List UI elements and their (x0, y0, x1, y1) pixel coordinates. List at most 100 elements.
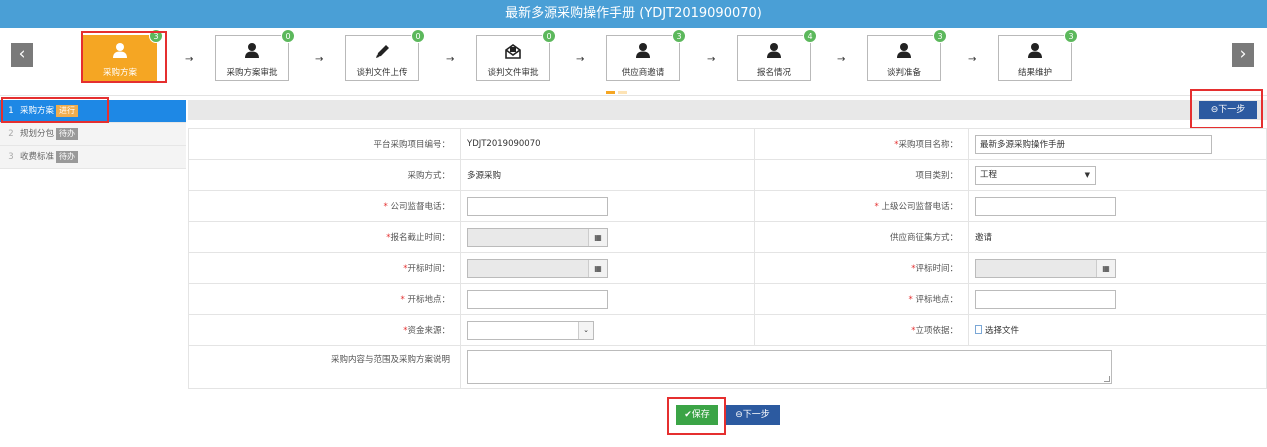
category-selected-value: 工程 (980, 169, 998, 180)
fund-label: 资金来源： (407, 326, 450, 336)
step-label: 供应商邀请 (621, 68, 665, 78)
open-place-cell (460, 283, 755, 315)
sidebar: 1 采购方案 进行 2 规划分包 待办 3 收费标准 待办 (0, 100, 186, 169)
supervise-phone-cell (460, 190, 755, 222)
status-badge: 进行 (56, 105, 79, 117)
user-icon (84, 42, 156, 64)
form-row: *开标时间： ▦ *评标时间： ▦ (188, 252, 1267, 284)
calendar-icon[interactable]: ▦ (1096, 259, 1115, 277)
eval-place-input[interactable] (975, 289, 1116, 309)
deadline-cell: ▦ (460, 221, 755, 253)
user-icon (999, 42, 1071, 64)
eval-time-label-cell: *评标时间： (754, 252, 969, 284)
calendar-icon[interactable]: ▦ (588, 259, 607, 277)
deadline-date-input[interactable]: ▦ (467, 227, 608, 247)
supervise-phone-input[interactable] (467, 196, 608, 216)
step-plan-approval[interactable]: 采购方案审批 0 (215, 29, 295, 81)
step-supplier-invite[interactable]: 供应商邀请 3 (606, 29, 686, 81)
open-time-date-input[interactable]: ▦ (467, 258, 608, 278)
sidebar-item-package-planning[interactable]: 2 规划分包 待办 (0, 123, 186, 146)
next-step-button[interactable]: ⊖下一步 (725, 405, 780, 425)
procurement-form: 平台采购项目编号： YDJT2019090070 *采购项目名称： 采购方式： … (188, 128, 1267, 389)
project-name-label: 采购项目名称： (898, 140, 958, 150)
collect-value: 邀请 (968, 221, 1267, 253)
calendar-icon[interactable]: ▦ (588, 228, 607, 246)
step-label: 谈判准备 (886, 68, 921, 78)
step-count-badge: 0 (281, 29, 295, 43)
content-toolbar (188, 100, 1267, 120)
form-row: *资金来源： ⌄ *立项依据： 选择文件 (188, 314, 1267, 346)
step-bar: ‹ › 采购方案 3 → 采购方案审批 0 → 谈判文件上传 0 → 谈判文件审… (0, 28, 1267, 96)
required-mark: * (383, 202, 388, 212)
step-connector-arrow-icon: → (707, 54, 716, 65)
prev-step-arrow-icon[interactable]: ‹ (11, 43, 33, 67)
step-count-badge: 0 (411, 29, 425, 43)
step-procurement-plan[interactable]: 采购方案 3 (83, 29, 163, 81)
open-place-input[interactable] (467, 289, 608, 309)
step-connector-arrow-icon: → (576, 54, 585, 65)
fund-cell: ⌄ (460, 314, 755, 346)
supervise-phone-label: 公司监督电话： (390, 202, 450, 212)
sidebar-item-label: 规划分包 (20, 129, 55, 139)
content-textarea[interactable] (467, 350, 1112, 384)
step-label: 报名情况 (756, 68, 791, 78)
next-step-arrow-icon[interactable]: › (1232, 43, 1254, 67)
required-mark: * (874, 202, 879, 212)
carousel-indicator (606, 87, 630, 97)
step-negotiation-prep[interactable]: 谈判准备 3 (867, 29, 947, 81)
open-time-cell: ▦ (460, 252, 755, 284)
step-count-badge: 3 (149, 29, 163, 43)
step-result-maintenance[interactable]: 结果维护 3 (998, 29, 1078, 81)
step-label: 谈判文件上传 (356, 68, 408, 78)
step-count-badge: 0 (542, 29, 556, 43)
step-label: 采购方案审批 (226, 68, 278, 78)
step-connector-arrow-icon: → (315, 54, 324, 65)
pencil-icon (346, 42, 418, 64)
open-place-label: 开标地点： (407, 295, 450, 305)
project-name-label-cell: *采购项目名称： (754, 128, 969, 160)
step-label: 谈判文件审批 (487, 68, 539, 78)
eval-time-date-input[interactable]: ▦ (975, 258, 1116, 278)
step-doc-approval[interactable]: 谈判文件审批 0 (476, 29, 556, 81)
user-icon (216, 42, 288, 64)
content-label: 采购内容与范围及采购方案说明 (188, 345, 461, 389)
step-doc-upload[interactable]: 谈判文件上传 0 (345, 29, 425, 81)
step-connector-arrow-icon: → (837, 54, 846, 65)
indicator-dot (606, 91, 615, 94)
status-badge: 待办 (56, 128, 79, 140)
save-button[interactable]: ✔保存 (676, 405, 718, 425)
step-registration[interactable]: 报名情况 4 (737, 29, 817, 81)
select-file-link[interactable]: 选择文件 (975, 325, 1020, 336)
open-time-label: 开标时间： (407, 264, 450, 274)
step-count-badge: 3 (933, 29, 947, 43)
eval-place-label: 评标地点： (915, 295, 958, 305)
parent-phone-label: 上级公司监督电话： (881, 202, 958, 212)
parent-phone-input[interactable] (975, 196, 1116, 216)
method-label: 采购方式： (188, 159, 461, 191)
supervise-phone-label-cell: * 公司监督电话： (188, 190, 461, 222)
eval-place-label-cell: * 评标地点： (754, 283, 969, 315)
step-connector-arrow-icon: → (968, 54, 977, 65)
form-row: * 开标地点： * 评标地点： (188, 283, 1267, 315)
deadline-label-cell: *报名截止时间： (188, 221, 461, 253)
category-select[interactable]: 工程 ▼ (975, 165, 1096, 185)
step-count-badge: 4 (803, 29, 817, 43)
form-row: 平台采购项目编号： YDJT2019090070 *采购项目名称： (188, 128, 1267, 160)
required-mark: * (400, 295, 405, 305)
select-file-label: 选择文件 (985, 326, 1020, 336)
project-name-input[interactable] (975, 134, 1212, 154)
sidebar-item-number: 2 (8, 129, 14, 139)
form-row: 采购方式： 多源采购 项目类别： 工程 ▼ (188, 159, 1267, 191)
sidebar-item-procurement-plan[interactable]: 1 采购方案 进行 (0, 100, 186, 123)
open-place-label-cell: * 开标地点： (188, 283, 461, 315)
step-connector-arrow-icon: → (446, 54, 455, 65)
open-time-label-cell: *开标时间： (188, 252, 461, 284)
project-no-value: YDJT2019090070 (460, 128, 755, 160)
category-cell: 工程 ▼ (968, 159, 1267, 191)
user-icon (868, 42, 940, 64)
next-step-button-top[interactable]: ⊖下一步 (1199, 101, 1257, 119)
sidebar-item-fee-standard[interactable]: 3 收费标准 待办 (0, 146, 186, 169)
form-row: 采购内容与范围及采购方案说明 (188, 345, 1267, 389)
fund-source-select[interactable]: ⌄ (467, 320, 594, 340)
fund-label-cell: *资金来源： (188, 314, 461, 346)
